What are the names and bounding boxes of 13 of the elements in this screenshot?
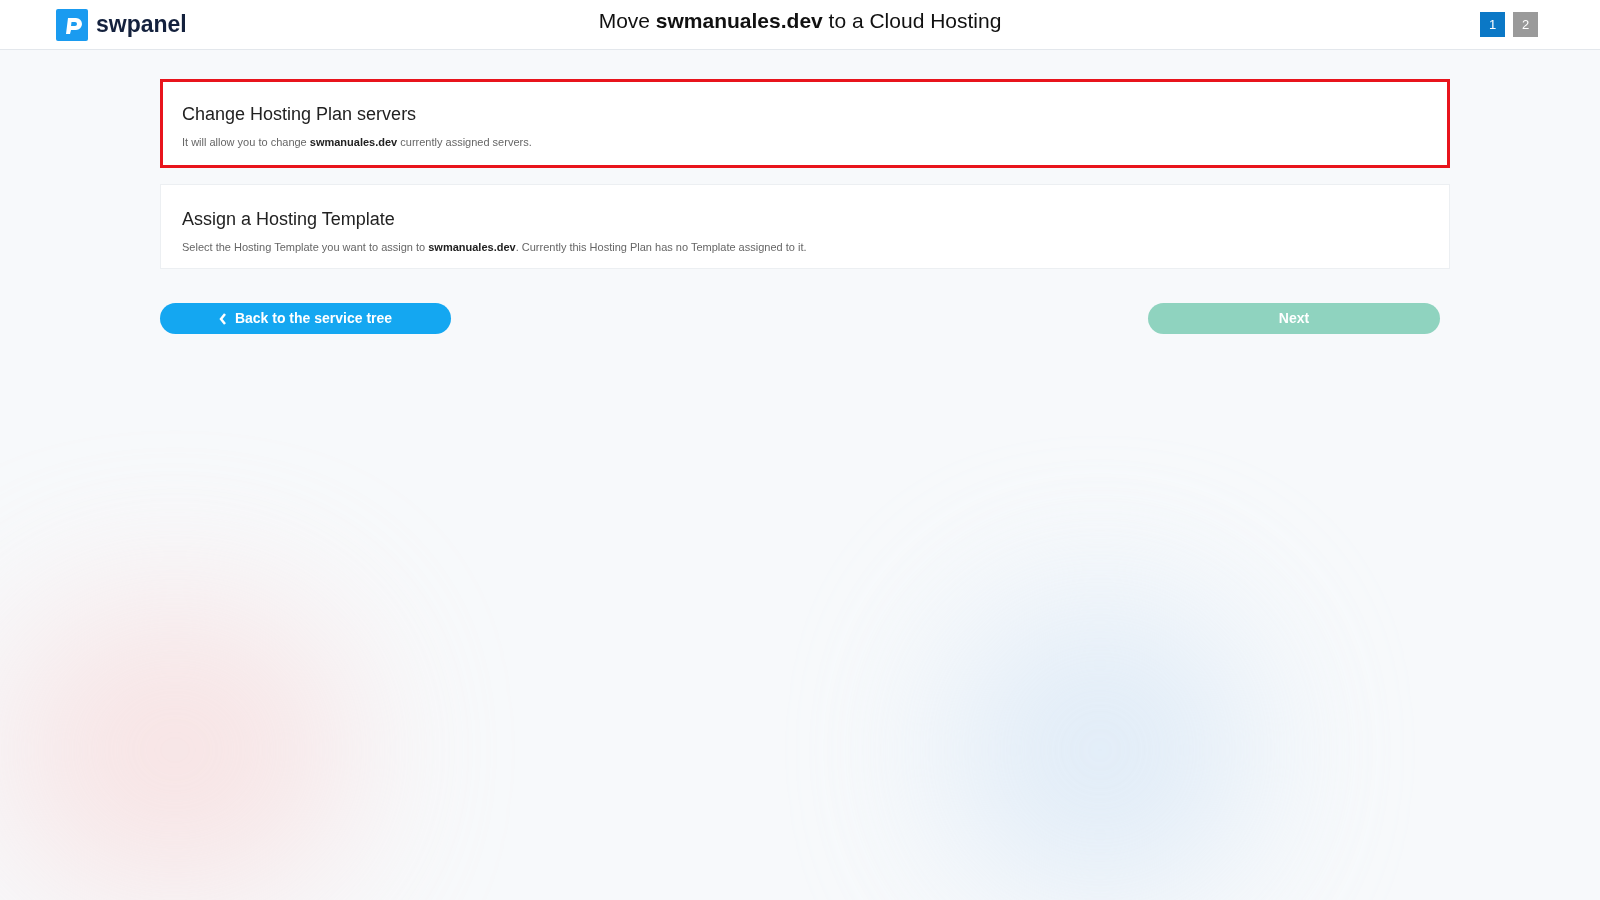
back-button[interactable]: Back to the service tree (160, 303, 451, 334)
step-tab[interactable]: 1 (1480, 12, 1505, 37)
logo-text: swpanel (96, 10, 187, 40)
page-title: Move swmanuales.dev to a Cloud Hosting (597, 7, 1003, 34)
option-description: Select the Hosting Template you want to assign to swmanuales.dev. Currently this Hosting Plan has no Template assigned to it. (182, 240, 808, 255)
logo-icon (56, 8, 88, 41)
option-description: It will allow you to change swmanuales.dev currently assigned servers. (182, 135, 533, 150)
option-card[interactable]: Assign a Hosting Template Select the Hosting Template you want to assign to swmanuales.dev. Currently this Hosting Plan has no Template assigned to it. (160, 184, 1450, 269)
option-card[interactable]: Change Hosting Plan servers It will allow you to change swmanuales.dev currently assigned servers. (160, 79, 1450, 168)
option-title: Change Hosting Plan servers (182, 103, 418, 126)
chevron-left-icon (218, 312, 227, 325)
option-title: Assign a Hosting Template (182, 208, 396, 231)
step-tab[interactable]: 2 (1513, 12, 1538, 37)
